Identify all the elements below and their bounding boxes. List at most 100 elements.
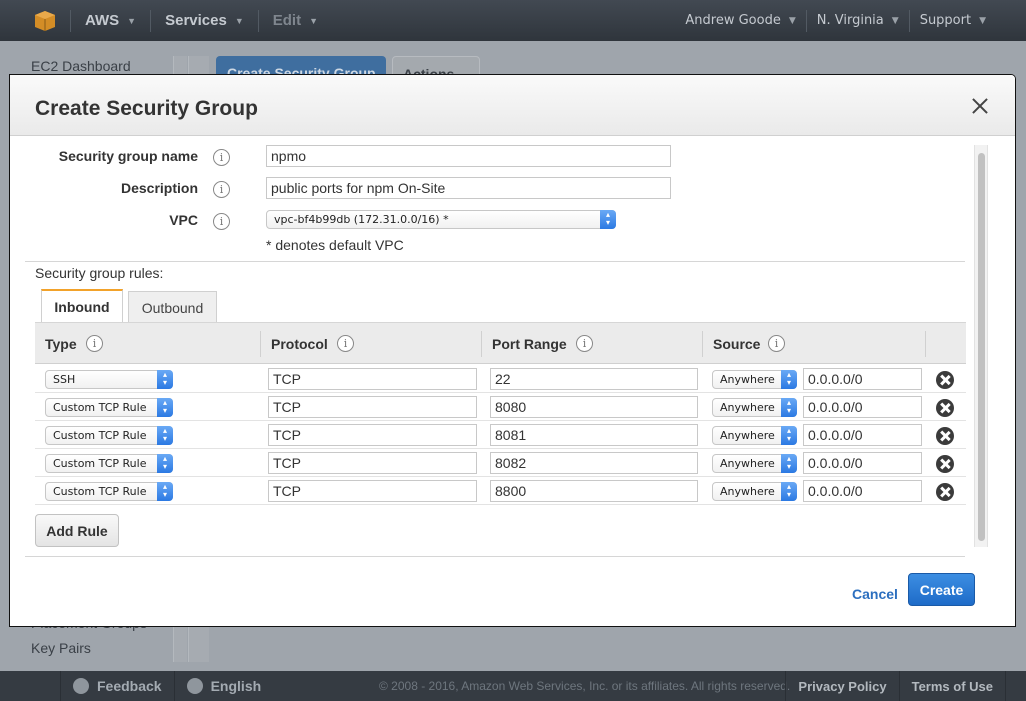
source-select[interactable]: Anywhere ▴ ▾ xyxy=(712,370,797,389)
aws-menu[interactable]: AWS ▼ xyxy=(85,12,136,29)
top-nav: AWS ▼ Services ▼ Edit ▼ Andrew Goode ▼ N. Vi… xyxy=(0,0,1026,41)
dialog-header: Create Security Group xyxy=(10,75,1015,136)
chevron-down-icon: ▼ xyxy=(234,15,244,26)
support-menu[interactable]: Support ▼ xyxy=(920,13,986,28)
port-range-input[interactable] xyxy=(490,396,698,418)
description-input[interactable] xyxy=(266,177,671,199)
add-rule-button[interactable]: Add Rule xyxy=(35,514,119,547)
remove-rule-icon[interactable] xyxy=(936,427,954,445)
security-group-name-label: Security group name xyxy=(58,148,198,164)
user-menu[interactable]: Andrew Goode ▼ xyxy=(685,13,795,28)
speech-bubble-icon xyxy=(73,678,89,694)
edit-menu[interactable]: Edit ▼ xyxy=(273,12,318,29)
rule-type-value: Custom TCP Rule xyxy=(53,485,147,498)
chevron-down-icon: ▼ xyxy=(979,15,986,26)
info-icon[interactable]: i xyxy=(337,335,354,352)
scrollbar-thumb[interactable] xyxy=(978,153,985,541)
cancel-button[interactable]: Cancel xyxy=(852,586,898,602)
source-select[interactable]: Anywhere ▴ ▾ xyxy=(712,398,797,417)
rule-type-value: Custom TCP Rule xyxy=(53,401,147,414)
info-icon[interactable]: i xyxy=(86,335,103,352)
rule-row: Custom TCP Rule ▴▾ Anywhere ▴▾ xyxy=(35,421,966,449)
rule-type-select[interactable]: Custom TCP Rule ▴ ▾ xyxy=(45,426,173,445)
source-value: Anywhere xyxy=(720,401,775,414)
cidr-input[interactable] xyxy=(803,424,922,446)
services-menu[interactable]: Services ▼ xyxy=(165,12,244,29)
protocol-input[interactable] xyxy=(268,452,477,474)
source-value: Anywhere xyxy=(720,485,775,498)
cidr-input[interactable] xyxy=(803,480,922,502)
sidebar-item-ec2-dashboard[interactable]: EC2 Dashboard xyxy=(31,58,131,74)
default-vpc-note: * denotes default VPC xyxy=(266,237,404,253)
info-icon[interactable]: i xyxy=(213,213,230,230)
vpc-select-value: vpc-bf4b99db (172.31.0.0/16) * xyxy=(274,213,449,226)
source-select[interactable]: Anywhere ▴ ▾ xyxy=(712,426,797,445)
close-icon[interactable] xyxy=(971,97,989,115)
rule-type-select[interactable]: Custom TCP Rule ▴ ▾ xyxy=(45,398,173,417)
info-icon[interactable]: i xyxy=(768,335,785,352)
select-arrows-icon: ▴ ▾ xyxy=(781,370,797,389)
column-header-protocol: Protocol xyxy=(271,336,328,352)
source-value: Anywhere xyxy=(720,373,775,386)
remove-rule-icon[interactable] xyxy=(936,399,954,417)
privacy-policy-link[interactable]: Privacy Policy xyxy=(785,671,898,701)
port-range-input[interactable] xyxy=(490,480,698,502)
remove-rule-icon[interactable] xyxy=(936,483,954,501)
dialog-scrollbar[interactable] xyxy=(974,145,988,547)
cidr-input[interactable] xyxy=(803,452,922,474)
rule-type-select[interactable]: Custom TCP Rule ▴ ▾ xyxy=(45,454,173,473)
info-icon[interactable]: i xyxy=(576,335,593,352)
port-range-input[interactable] xyxy=(490,452,698,474)
feedback-link[interactable]: Feedback xyxy=(60,671,174,701)
source-select[interactable]: Anywhere ▴ ▾ xyxy=(712,454,797,473)
info-icon[interactable]: i xyxy=(213,149,230,166)
create-button[interactable]: Create xyxy=(908,573,975,606)
cidr-input[interactable] xyxy=(803,368,922,390)
create-security-group-dialog: Create Security Group Security group nam… xyxy=(9,74,1016,627)
rule-type-select[interactable]: SSH ▴ ▾ xyxy=(45,370,173,389)
protocol-input[interactable] xyxy=(268,396,477,418)
column-header-source: Source xyxy=(713,336,761,352)
source-value: Anywhere xyxy=(720,429,775,442)
select-arrows-icon: ▴ ▾ xyxy=(157,398,173,417)
chevron-down-icon: ▼ xyxy=(788,15,796,26)
vpc-select[interactable]: vpc-bf4b99db (172.31.0.0/16) * ▴ ▾ xyxy=(266,210,616,229)
security-group-name-input[interactable] xyxy=(266,145,671,167)
services-menu-label: Services xyxy=(165,12,227,29)
tab-inbound[interactable]: Inbound xyxy=(41,289,123,322)
aws-cube-logo-icon[interactable] xyxy=(34,10,56,32)
remove-rule-icon[interactable] xyxy=(936,371,954,389)
protocol-input[interactable] xyxy=(268,424,477,446)
terms-of-use-link[interactable]: Terms of Use xyxy=(898,671,1006,701)
rule-type-select[interactable]: Custom TCP Rule ▴ ▾ xyxy=(45,482,173,501)
divider xyxy=(25,261,965,262)
chevron-down-icon: ▼ xyxy=(127,15,137,26)
protocol-input[interactable] xyxy=(268,368,477,390)
cidr-input[interactable] xyxy=(803,396,922,418)
user-menu-label: Andrew Goode xyxy=(685,13,781,28)
chevron-down-icon: ▼ xyxy=(891,15,899,26)
select-arrows-icon: ▴ ▾ xyxy=(781,398,797,417)
rules-table-header: Type i Protocol i Port Range i Source i xyxy=(35,322,966,364)
info-icon[interactable]: i xyxy=(213,181,230,198)
dialog-footer-divider xyxy=(25,556,965,557)
aws-menu-label: AWS xyxy=(85,12,120,29)
select-arrows-icon: ▴ ▾ xyxy=(157,454,173,473)
select-arrows-icon: ▴ ▾ xyxy=(157,482,173,501)
select-arrows-icon: ▴ ▾ xyxy=(781,482,797,501)
region-menu[interactable]: N. Virginia ▼ xyxy=(817,13,899,28)
source-select[interactable]: Anywhere ▴ ▾ xyxy=(712,482,797,501)
remove-rule-icon[interactable] xyxy=(936,455,954,473)
language-selector[interactable]: English xyxy=(173,671,274,701)
port-range-input[interactable] xyxy=(490,424,698,446)
page-footer: Feedback English © 2008 - 2016, Amazon W… xyxy=(0,671,1026,701)
description-label: Description xyxy=(120,180,198,196)
port-range-input[interactable] xyxy=(490,368,698,390)
select-arrows-icon: ▴ ▾ xyxy=(157,370,173,389)
protocol-input[interactable] xyxy=(268,480,477,502)
chevron-down-icon: ▼ xyxy=(309,15,319,26)
tab-outbound[interactable]: Outbound xyxy=(128,291,217,322)
sidebar-item-key-pairs[interactable]: Key Pairs xyxy=(31,640,91,656)
select-arrows-icon: ▴ ▾ xyxy=(157,426,173,445)
rule-row: SSH ▴▾ Anywhere ▴▾ xyxy=(35,365,966,393)
